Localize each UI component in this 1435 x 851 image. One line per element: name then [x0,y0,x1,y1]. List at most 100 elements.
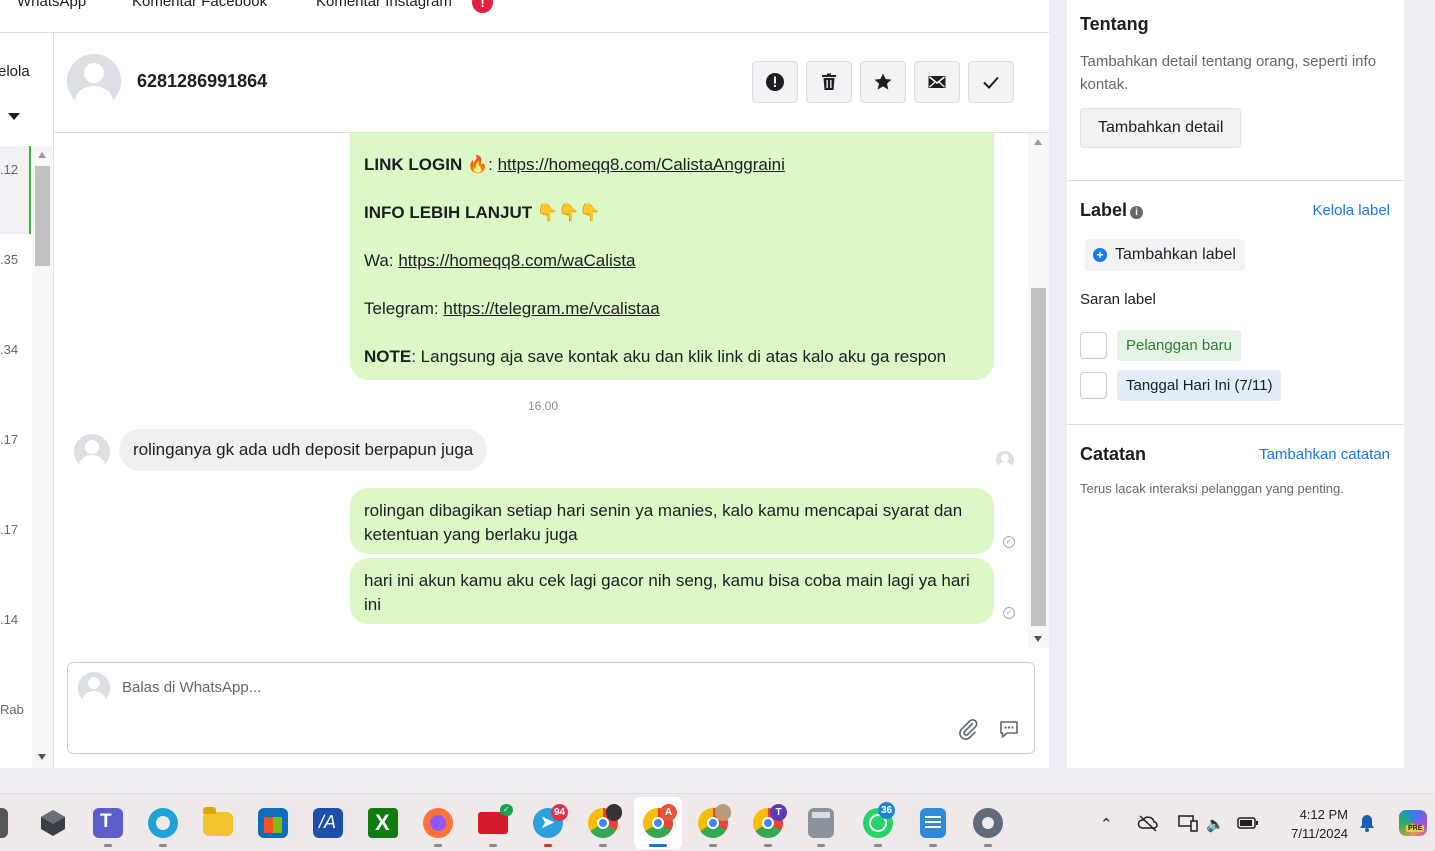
teams-icon[interactable]: T [93,808,123,838]
whatsapp-badge: 36 [878,802,896,819]
divider [1067,424,1404,425]
clock-date: 7/11/2024 [1291,826,1348,841]
notes-title: Catatan [1080,444,1147,464]
onedrive-off-icon[interactable] [1137,813,1159,833]
about-title: Tentang [1080,14,1149,34]
scroll-up-icon[interactable] [38,152,46,158]
whatsapp-link[interactable]: https://homeqq8.com/waCalista [398,251,635,270]
suggestion-checkbox[interactable] [1080,372,1107,399]
network-icon[interactable] [1177,813,1199,833]
pre-badge: PRE [1406,825,1425,832]
seen-avatar-icon [996,451,1014,469]
incoming-message: rolinganya gk ada udh deposit berpapun j… [119,429,488,471]
quick-reply-icon[interactable] [997,717,1021,741]
profile-avatar [715,804,731,821]
selected-conversation[interactable] [0,146,31,234]
envelope-icon [928,76,946,88]
tab-instagram-comments[interactable]: Komentar Instagram [316,0,452,10]
mark-done-button[interactable] [968,61,1014,103]
notification-bell-icon[interactable] [1357,813,1377,833]
conversation-time: Rab [0,702,24,717]
outgoing-message: LINK LOGIN 🔥: https://homeqq8.com/Calist… [350,133,994,380]
sent-check-icon: ✓ [1003,536,1015,548]
manage-link[interactable]: elola [0,63,30,80]
delete-button[interactable] [806,61,852,103]
thread-scrollbar[interactable] [1028,133,1049,648]
star-icon [874,73,892,90]
firefox-icon[interactable] [423,808,453,838]
checkmark-icon [983,76,999,89]
edge-icon[interactable] [148,808,178,838]
conversation-time: .14 [0,612,19,627]
outgoing-message: hari ini akun kamu aku cek lagi gacor ni… [350,558,994,624]
taskbar: T /A X ✓ ➤ 94 A T 36 ⌃ 🔈 4:12 PM 7/11/20… [0,793,1435,851]
outgoing-message: rolingan dibagikan setiap hari senin ya … [350,488,994,554]
reply-input[interactable] [122,679,822,696]
store-icon[interactable] [258,808,288,838]
profile-badge: T [770,804,787,821]
add-detail-button[interactable]: Tambahkan detail [1080,108,1242,148]
conversation-time: .34 [0,342,19,357]
about-description: Tambahkan detail tentang orang, seperti … [1080,53,1377,93]
manage-labels-link[interactable]: Kelola label [1312,202,1390,219]
system-clock[interactable]: 4:12 PM 7/11/2024 [1274,805,1348,843]
scroll-up-icon[interactable] [1034,139,1042,145]
scrollbar-thumb[interactable] [1031,288,1046,626]
telegram-link[interactable]: https://telegram.me/vcalistaa [443,299,659,318]
copilot-icon[interactable]: PRE [1399,810,1427,836]
login-link[interactable]: https://homeqq8.com/CalistaAnggraini [498,155,785,174]
fire-icon: 🔥 [466,155,489,174]
conversation-time: .12 [0,162,19,177]
star-button[interactable] [860,61,906,103]
check-badge: ✓ [500,804,513,816]
composer-area [54,648,1049,768]
contact-details-panel: Tentang Tambahkan detail tentang orang, … [1067,0,1404,768]
settings-gear-icon[interactable] [973,808,1003,838]
scroll-down-icon[interactable] [1034,636,1042,642]
notepad-icon[interactable] [920,808,946,838]
battery-icon[interactable] [1237,817,1259,829]
info-icon[interactable]: i [1130,206,1144,219]
channel-tabs: WhatsApp Komentar Facebook Komentar Inst… [0,0,1049,33]
volume-icon[interactable]: 🔈 [1206,815,1225,833]
tab-facebook-comments[interactable]: Komentar Facebook [132,0,267,10]
profile-badge: A [660,804,677,821]
file-explorer-icon[interactable] [203,807,233,836]
chevron-down-icon[interactable] [8,113,20,120]
text-editor-icon[interactable]: /A [313,808,343,838]
trash-icon [822,73,836,90]
time-divider: 16.00 [528,399,559,413]
add-note-link[interactable]: Tambahkan catatan [1259,446,1390,463]
my-avatar [78,672,110,704]
contact-avatar[interactable] [67,54,121,108]
alert-badge: ! [472,0,493,13]
suggested-label[interactable]: Tanggal Hari Ini (7/11) [1117,370,1282,401]
tab-whatsapp[interactable]: WhatsApp [17,0,86,10]
suggested-labels-title: Saran label [1080,291,1156,308]
contact-name[interactable]: 6281286991864 [137,71,267,92]
suggestion-checkbox[interactable] [1080,332,1107,359]
conversation-list: elola .12 .35 .34 .17 .17 .14 Rab [0,33,54,768]
mark-spam-button[interactable] [752,61,798,103]
add-label-button[interactable]: + Tambahkan label [1085,239,1245,271]
telegram-badge: 94 [551,804,569,821]
mark-unread-button[interactable] [914,61,960,103]
plus-icon: + [1093,248,1107,262]
suggested-label[interactable]: Pelanggan baru [1117,330,1241,361]
sender-avatar [74,434,110,470]
profile-avatar [606,804,622,821]
reply-box[interactable] [67,662,1035,754]
list-scrollbar[interactable] [32,146,53,768]
message-thread: LINK LOGIN 🔥: https://homeqq8.com/Calist… [54,133,1049,648]
divider [1067,180,1404,181]
partial-app-icon[interactable] [0,808,8,838]
scrollbar-thumb[interactable] [35,166,50,266]
calculator-icon[interactable] [808,808,834,838]
chat-header: 6281286991864 [54,33,1049,133]
paperclip-icon[interactable] [956,717,980,741]
conversation-time: .35 [0,252,19,267]
scroll-down-icon[interactable] [38,754,46,760]
xbox-icon[interactable]: X [368,808,398,838]
cube-app-icon[interactable] [38,808,68,838]
chevron-up-icon[interactable]: ⌃ [1100,815,1113,833]
